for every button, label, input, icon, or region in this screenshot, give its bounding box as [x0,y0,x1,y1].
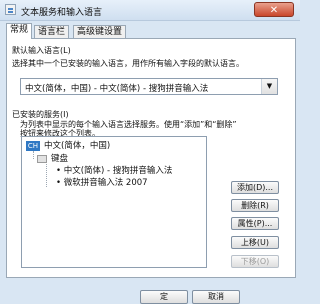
tree-language-node[interactable]: 中文(简体，中国) [44,141,110,152]
app-icon [5,4,16,15]
title-bar: 文本服务和输入语言 ✕ [0,0,300,21]
remove-button[interactable]: 删除(R) [231,199,279,212]
properties-button[interactable]: 属性(P)... [231,217,279,230]
tab-language-bar[interactable]: 语言栏 [34,25,70,38]
default-language-description: 选择其中一个已安装的输入语言，用作所有输入字段的默认语言。 [12,59,244,68]
ok-button[interactable]: 定 [140,290,188,304]
cancel-button[interactable]: 取消 [192,290,240,304]
tree-item-microsoft-pinyin[interactable]: • 微软拼音输入法 2007 [56,178,148,189]
default-language-value: 中文(简体，中国) - 中文(简体) - 搜狗拼音输入法 [25,84,209,94]
move-up-button[interactable]: 上移(U) [231,236,279,249]
tree-item-sogou[interactable]: • 中文(简体) - 搜狗拼音输入法 [56,166,172,177]
language-flag-icon: CH [26,141,40,151]
keyboard-icon [37,155,47,163]
tree-item-label: 中文(简体) - 搜狗拼音输入法 [63,166,173,176]
tab-general[interactable]: 常规 [6,23,33,39]
tree-category-keyboard[interactable]: 键盘 [51,154,68,165]
installed-services-tree[interactable]: CH 中文(简体，中国) 键盘 • 中文(简体) - 搜狗拼音输入法 • 微软拼… [21,136,207,268]
move-down-button[interactable]: 下移(O) [231,255,279,268]
tree-item-label: 微软拼音输入法 2007 [63,178,148,188]
tab-advanced-key-settings[interactable]: 高级键设置 [73,25,127,38]
tree-connector [46,164,47,187]
window-title: 文本服务和输入语言 [21,8,103,18]
default-language-dropdown[interactable]: 中文(简体，中国) - 中文(简体) - 搜狗拼音输入法 ▼ [20,78,278,95]
chevron-down-icon[interactable]: ▼ [261,79,277,94]
add-button[interactable]: 添加(D)... [231,181,279,194]
tree-connector [33,151,34,159]
close-button[interactable]: ✕ [254,2,294,17]
default-language-heading: 默认输入语言(L) [12,46,71,55]
